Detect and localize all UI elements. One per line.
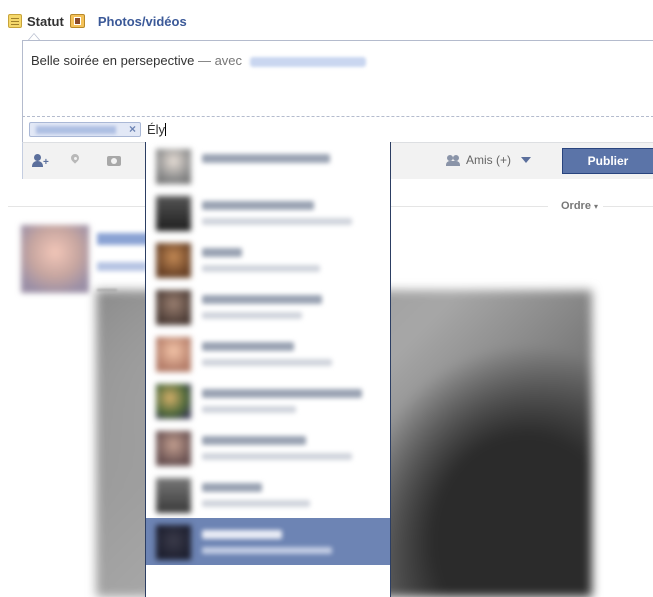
- tag-people-icon[interactable]: +: [31, 153, 49, 169]
- suggestion-detail: [202, 547, 332, 554]
- suggestion-name: [202, 248, 242, 257]
- sort-arrow-icon: ▾: [594, 202, 599, 211]
- tab-pointer: [28, 33, 40, 40]
- suggestion-name: [202, 201, 314, 210]
- sort-order-button[interactable]: Ordre ▾: [561, 200, 598, 212]
- suggestion-item[interactable]: [146, 283, 390, 330]
- tab-photos-label: Photos/vidéos: [97, 13, 187, 29]
- suggestion-detail: [202, 453, 352, 460]
- suggestion-name: [202, 389, 362, 398]
- tag-friend-input[interactable]: Ély: [147, 122, 167, 137]
- suggestion-avatar: [156, 337, 191, 372]
- suggestion-name: [202, 483, 262, 492]
- suggestion-item[interactable]: [146, 424, 390, 471]
- suggestion-item[interactable]: [146, 142, 390, 189]
- tag-friends-row: × Ély: [22, 116, 653, 143]
- tab-status[interactable]: Statut: [8, 14, 64, 29]
- friend-token[interactable]: ×: [29, 122, 141, 137]
- publish-button[interactable]: Publier: [562, 148, 653, 174]
- suggestion-detail: [202, 359, 332, 366]
- suggestion-name: [202, 154, 330, 163]
- status-text-value: Belle soirée en persepective: [31, 53, 195, 68]
- post-avatar[interactable]: [21, 225, 89, 293]
- suggestion-item[interactable]: [146, 377, 390, 424]
- friend-token-name: [36, 126, 116, 134]
- suggestion-avatar: [156, 149, 191, 184]
- suggestion-detail: [202, 500, 310, 507]
- friend-suggestions-dropdown[interactable]: [145, 142, 391, 597]
- suggestion-avatar: [156, 525, 191, 560]
- suggestion-item-selected[interactable]: [146, 518, 390, 565]
- status-text[interactable]: Belle soirée en persepective — avec: [31, 53, 366, 68]
- suggestion-detail: [202, 406, 296, 413]
- audience-selector[interactable]: Amis (+): [446, 153, 531, 167]
- suggestion-item[interactable]: [146, 471, 390, 518]
- chevron-down-icon: [521, 157, 531, 163]
- suggestion-avatar: [156, 431, 191, 466]
- with-label: avec: [214, 53, 243, 68]
- composer-tabs: Statut Photos/vidéos: [8, 10, 187, 32]
- tab-status-label: Statut: [27, 13, 64, 29]
- friends-icon: [446, 154, 462, 166]
- suggestion-item[interactable]: [146, 565, 390, 597]
- suggestion-name: [202, 342, 294, 351]
- suggestion-avatar: [156, 478, 191, 513]
- suggestion-detail: [202, 265, 320, 272]
- suggestion-detail: [202, 312, 302, 319]
- suggestion-avatar: [156, 243, 191, 278]
- feed-divider-right: [603, 206, 653, 207]
- suggestion-item[interactable]: [146, 330, 390, 377]
- tab-photos[interactable]: Photos/vidéos: [69, 13, 187, 29]
- remove-token-icon[interactable]: ×: [129, 122, 136, 136]
- tagged-friend-name: [249, 56, 366, 67]
- suggestion-item[interactable]: [146, 189, 390, 236]
- sort-order-label: Ordre: [561, 200, 591, 212]
- camera-icon[interactable]: [106, 153, 122, 169]
- status-composer[interactable]: Belle soirée en persepective — avec: [22, 40, 653, 117]
- suggestion-name: [202, 530, 282, 539]
- suggestion-item[interactable]: [146, 236, 390, 283]
- location-pin-icon[interactable]: [67, 153, 83, 169]
- suggestion-avatar: [156, 196, 191, 231]
- status-dash: —: [197, 53, 211, 68]
- suggestion-avatar: [156, 290, 191, 325]
- suggestion-name: [202, 436, 306, 445]
- audience-label: Amis (+): [466, 153, 511, 167]
- tag-input-value: Ély: [147, 122, 166, 137]
- post-subtitle: [97, 262, 147, 271]
- status-icon: [8, 14, 22, 28]
- text-caret: [165, 123, 167, 136]
- suggestion-avatar: [156, 384, 191, 419]
- suggestion-detail: [202, 218, 352, 225]
- photo-icon: [69, 14, 85, 28]
- suggestion-name: [202, 295, 322, 304]
